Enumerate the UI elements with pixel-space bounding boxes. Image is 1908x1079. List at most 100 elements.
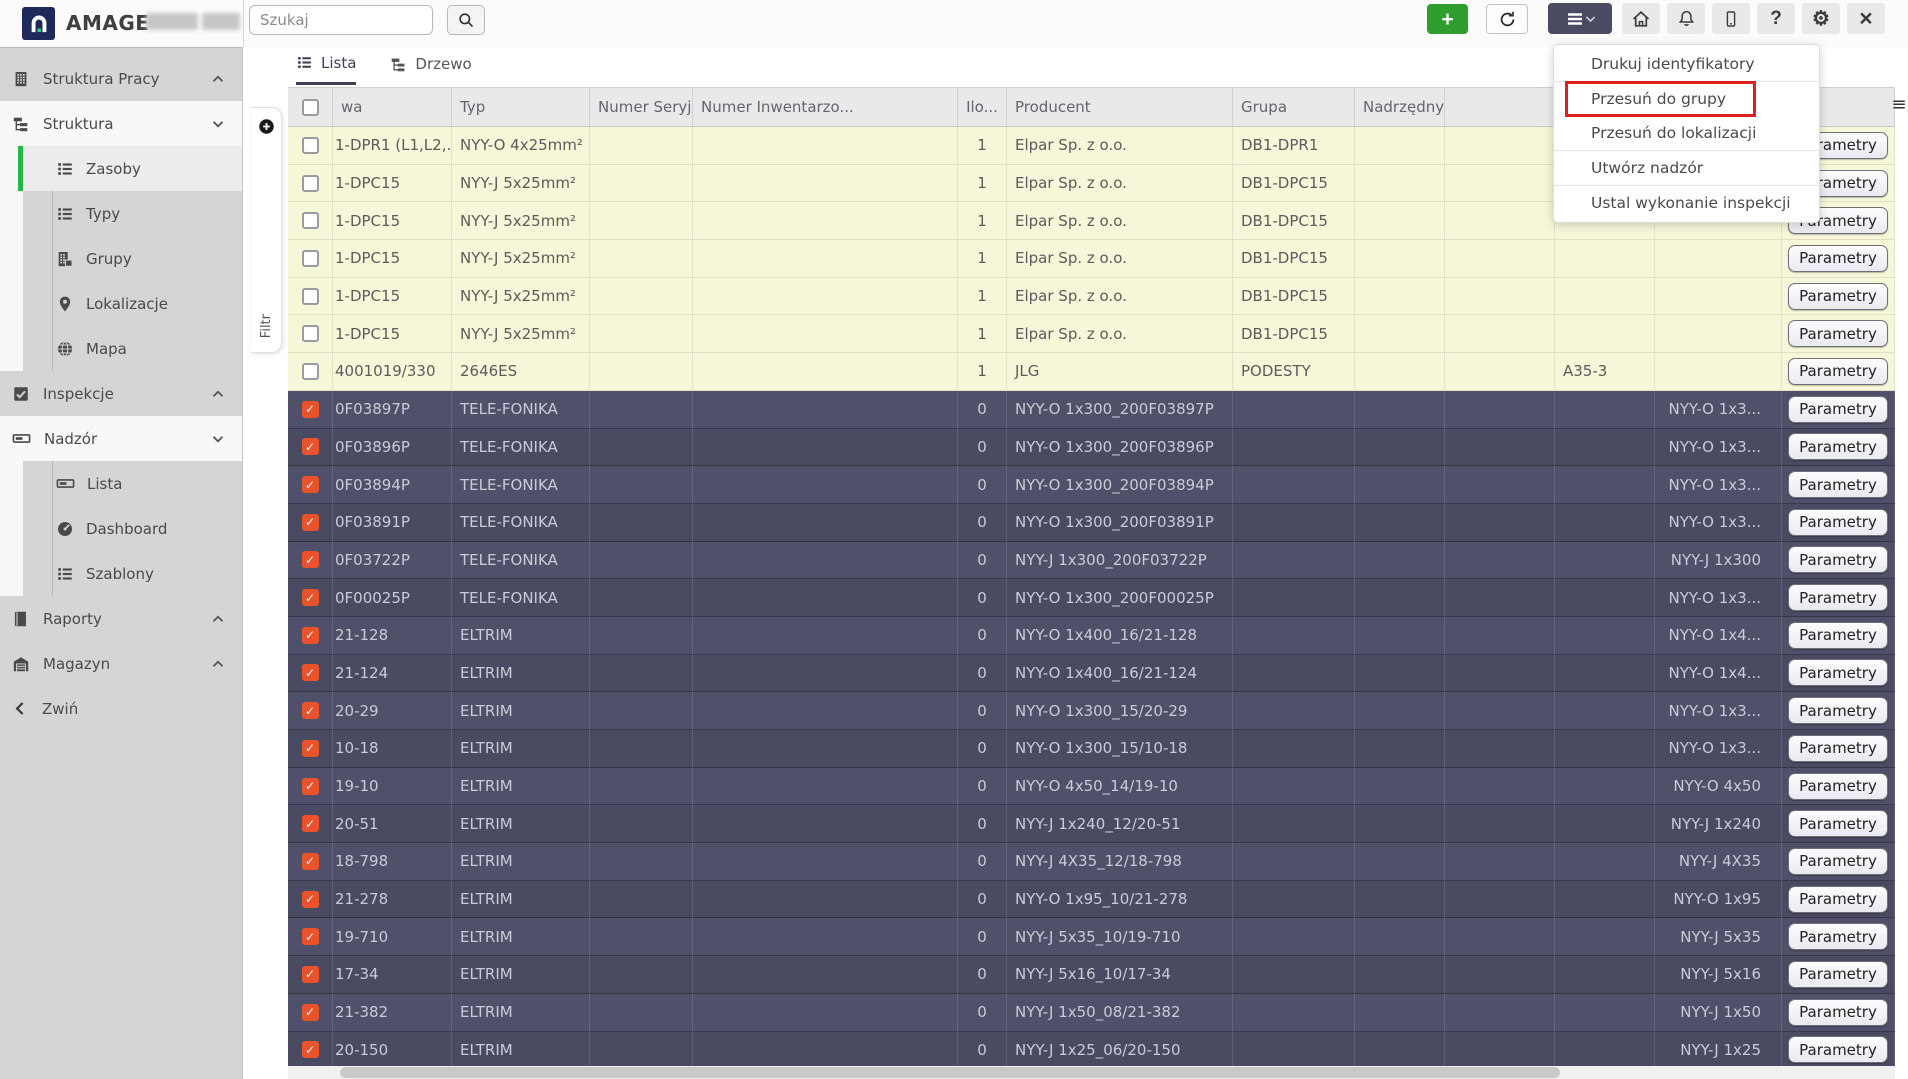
parametry-button[interactable]: Parametry xyxy=(1788,810,1888,838)
row-checkbox[interactable] xyxy=(301,249,319,267)
row-checkbox-checked[interactable]: ✓ xyxy=(301,815,319,833)
sidebar-item-magazyn[interactable]: Magazyn xyxy=(0,641,242,686)
parametry-button[interactable]: Parametry xyxy=(1788,923,1888,951)
plus-circle-icon[interactable] xyxy=(258,118,275,135)
table-row[interactable]: 1-DPC15 NYY-J 5x25mm² 1 Elpar Sp. z o.o. DB1… xyxy=(288,277,1895,316)
close-button[interactable]: × xyxy=(1847,3,1885,34)
sidebar-item-zasoby[interactable]: Zasoby xyxy=(18,146,242,191)
parametry-button[interactable]: Parametry xyxy=(1788,508,1888,536)
column-header-serial[interactable]: Numer Seryj... xyxy=(590,88,693,126)
parametry-button[interactable]: Parametry xyxy=(1788,847,1888,875)
sidebar-item-lokalizacje[interactable]: Lokalizacje xyxy=(23,281,242,326)
sidebar-item-dashboard[interactable]: Dashboard xyxy=(23,506,242,551)
table-row[interactable]: ✓ 0F03722P TELE-FONIKA 0 NYY-J 1x300_200F037… xyxy=(288,541,1895,580)
column-settings-icon[interactable]: ≡ xyxy=(1891,96,1907,114)
tab-drzewo[interactable]: Drzewo xyxy=(390,49,472,85)
table-row[interactable]: ✓ 0F03894P TELE-FONIKA 0 NYY-O 1x300_200F038… xyxy=(288,466,1895,504)
table-row[interactable]: ✓ 18-798 ELTRIM 0 NYY-J 4X35_12/18-798 NYY-J … xyxy=(288,843,1895,881)
table-row[interactable]: ✓ 19-710 ELTRIM 0 NYY-J 5x35_10/19-710 NYY-J … xyxy=(288,918,1895,957)
table-row[interactable]: ✓ 17-34 ELTRIM 0 NYY-J 5x16_10/17-34 NYY-J 5x… xyxy=(288,956,1895,994)
parametry-button[interactable]: Parametry xyxy=(1788,433,1888,461)
table-row[interactable]: ✓ 0F03897P TELE-FONIKA 0 NYY-O 1x300_200F038… xyxy=(288,390,1895,429)
help-button[interactable]: ? xyxy=(1757,3,1795,34)
mobile-button[interactable] xyxy=(1712,3,1750,34)
search-button[interactable] xyxy=(447,5,485,35)
sidebar-item-zwi-[interactable]: Zwiń xyxy=(0,686,242,731)
table-row[interactable]: ✓ 20-29 ELTRIM 0 NYY-O 1x300_15/20-29 NYY-O 1… xyxy=(288,692,1895,730)
menu-item-drukuj-identyfikatory[interactable]: Drukuj identyfikatory xyxy=(1554,47,1819,81)
column-header-typ[interactable]: Typ xyxy=(452,88,590,126)
column-header-check[interactable] xyxy=(288,88,333,126)
refresh-button[interactable] xyxy=(1486,4,1528,34)
sidebar-item-inspekcje[interactable]: Inspekcje xyxy=(0,371,242,416)
row-checkbox-checked[interactable]: ✓ xyxy=(301,438,319,456)
column-header-grupa[interactable]: Grupa xyxy=(1233,88,1355,126)
parametry-button[interactable]: Parametry xyxy=(1788,320,1888,348)
search-input[interactable] xyxy=(249,5,433,35)
table-row[interactable]: ✓ 10-18 ELTRIM 0 NYY-O 1x300_15/10-18 NYY-O 1… xyxy=(288,730,1895,768)
parametry-button[interactable]: Parametry xyxy=(1788,998,1888,1026)
table-row[interactable]: ✓ 0F03891P TELE-FONIKA 0 NYY-O 1x300_200F038… xyxy=(288,503,1895,542)
table-row[interactable]: ✓ 20-150 ELTRIM 0 NYY-J 1x25_06/20-150 NYY-J … xyxy=(288,1031,1895,1070)
table-row[interactable]: ✓ 19-10 ELTRIM 0 NYY-O 4x50_14/19-10 NYY-O 4x… xyxy=(288,767,1895,806)
row-checkbox-checked[interactable]: ✓ xyxy=(301,1041,319,1059)
row-checkbox-checked[interactable]: ✓ xyxy=(301,589,319,607)
parametry-button[interactable]: Parametry xyxy=(1788,960,1888,988)
select-all-checkbox[interactable] xyxy=(301,98,319,116)
column-header-producent[interactable]: Producent xyxy=(1007,88,1233,126)
sidebar-item-szablony[interactable]: Szablony xyxy=(23,551,242,596)
sidebar-item-grupy[interactable]: Grupy xyxy=(23,236,242,281)
menu-button[interactable] xyxy=(1548,3,1612,34)
row-checkbox[interactable] xyxy=(301,362,319,380)
row-checkbox[interactable] xyxy=(301,136,319,154)
row-checkbox[interactable] xyxy=(301,287,319,305)
row-checkbox-checked[interactable]: ✓ xyxy=(301,928,319,946)
parametry-button[interactable]: Parametry xyxy=(1788,734,1888,762)
row-checkbox-checked[interactable]: ✓ xyxy=(301,852,319,870)
menu-item-przesu-do-lokalizacji[interactable]: Przesuń do lokalizacji xyxy=(1554,116,1819,150)
row-checkbox[interactable] xyxy=(301,325,319,343)
table-row[interactable]: ✓ 21-382 ELTRIM 0 NYY-J 1x50_08/21-382 NYY-J … xyxy=(288,993,1895,1032)
row-checkbox-checked[interactable]: ✓ xyxy=(301,476,319,494)
table-row[interactable]: 1-DPC15 NYY-J 5x25mm² 1 Elpar Sp. z o.o. DB1… xyxy=(288,240,1895,278)
notifications-button[interactable] xyxy=(1667,3,1705,34)
sidebar-item-typy[interactable]: Typy xyxy=(23,191,242,236)
filter-flap[interactable]: Filtr xyxy=(251,107,282,353)
horizontal-scrollbar[interactable] xyxy=(288,1066,1895,1079)
parametry-button[interactable]: Parametry xyxy=(1788,357,1888,385)
parametry-button[interactable]: Parametry xyxy=(1788,772,1888,800)
sidebar-item-raporty[interactable]: Raporty xyxy=(0,596,242,641)
sidebar-item-lista[interactable]: Lista xyxy=(23,461,242,506)
parametry-button[interactable]: Parametry xyxy=(1788,471,1888,499)
menu-item-ustal-wykonanie-inspekcji[interactable]: Ustal wykonanie inspekcji xyxy=(1554,186,1819,220)
table-row[interactable]: ✓ 0F03896P TELE-FONIKA 0 NYY-O 1x300_200F038… xyxy=(288,428,1895,467)
column-header-qty[interactable]: Ilo... xyxy=(958,88,1007,126)
table-row[interactable]: ✓ 21-128 ELTRIM 0 NYY-O 1x400_16/21-128 NYY-O… xyxy=(288,616,1895,655)
parametry-button[interactable]: Parametry xyxy=(1788,546,1888,574)
menu-item-utw-rz-nadz-r[interactable]: Utwórz nadzór xyxy=(1554,151,1819,185)
row-checkbox-checked[interactable]: ✓ xyxy=(301,400,319,418)
row-checkbox-checked[interactable]: ✓ xyxy=(301,965,319,983)
parametry-button[interactable]: Parametry xyxy=(1788,282,1888,310)
row-checkbox-checked[interactable]: ✓ xyxy=(301,626,319,644)
parametry-button[interactable]: Parametry xyxy=(1788,697,1888,725)
sidebar-item-nadz-r[interactable]: Nadzór xyxy=(0,416,242,461)
row-checkbox-checked[interactable]: ✓ xyxy=(301,890,319,908)
column-header-extra1[interactable] xyxy=(1445,88,1555,126)
parametry-button[interactable]: Parametry xyxy=(1788,659,1888,687)
row-checkbox-checked[interactable]: ✓ xyxy=(301,664,319,682)
tab-lista[interactable]: Lista xyxy=(296,49,357,85)
add-button[interactable]: + xyxy=(1427,4,1468,34)
table-row[interactable]: 1-DPC15 NYY-J 5x25mm² 1 Elpar Sp. z o.o. DB1… xyxy=(288,315,1895,354)
column-header-nadrzedny[interactable]: Nadrzędny xyxy=(1355,88,1445,126)
scrollbar-thumb[interactable] xyxy=(340,1067,1560,1078)
parametry-button[interactable]: Parametry xyxy=(1788,621,1888,649)
column-header-inventory[interactable]: Numer Inwentarzo... xyxy=(693,88,958,126)
parametry-button[interactable]: Parametry xyxy=(1788,244,1888,272)
row-checkbox[interactable] xyxy=(301,174,319,192)
sidebar-item-struktura[interactable]: Struktura xyxy=(0,101,242,146)
table-row[interactable]: ✓ 20-51 ELTRIM 0 NYY-J 1x240_12/20-51 NYY-J 1… xyxy=(288,805,1895,844)
row-checkbox-checked[interactable]: ✓ xyxy=(301,777,319,795)
table-row[interactable]: 4001019/330 2646ES 1 JLG PODESTY A35-3 Paramet… xyxy=(288,353,1895,391)
parametry-button[interactable]: Parametry xyxy=(1788,885,1888,913)
